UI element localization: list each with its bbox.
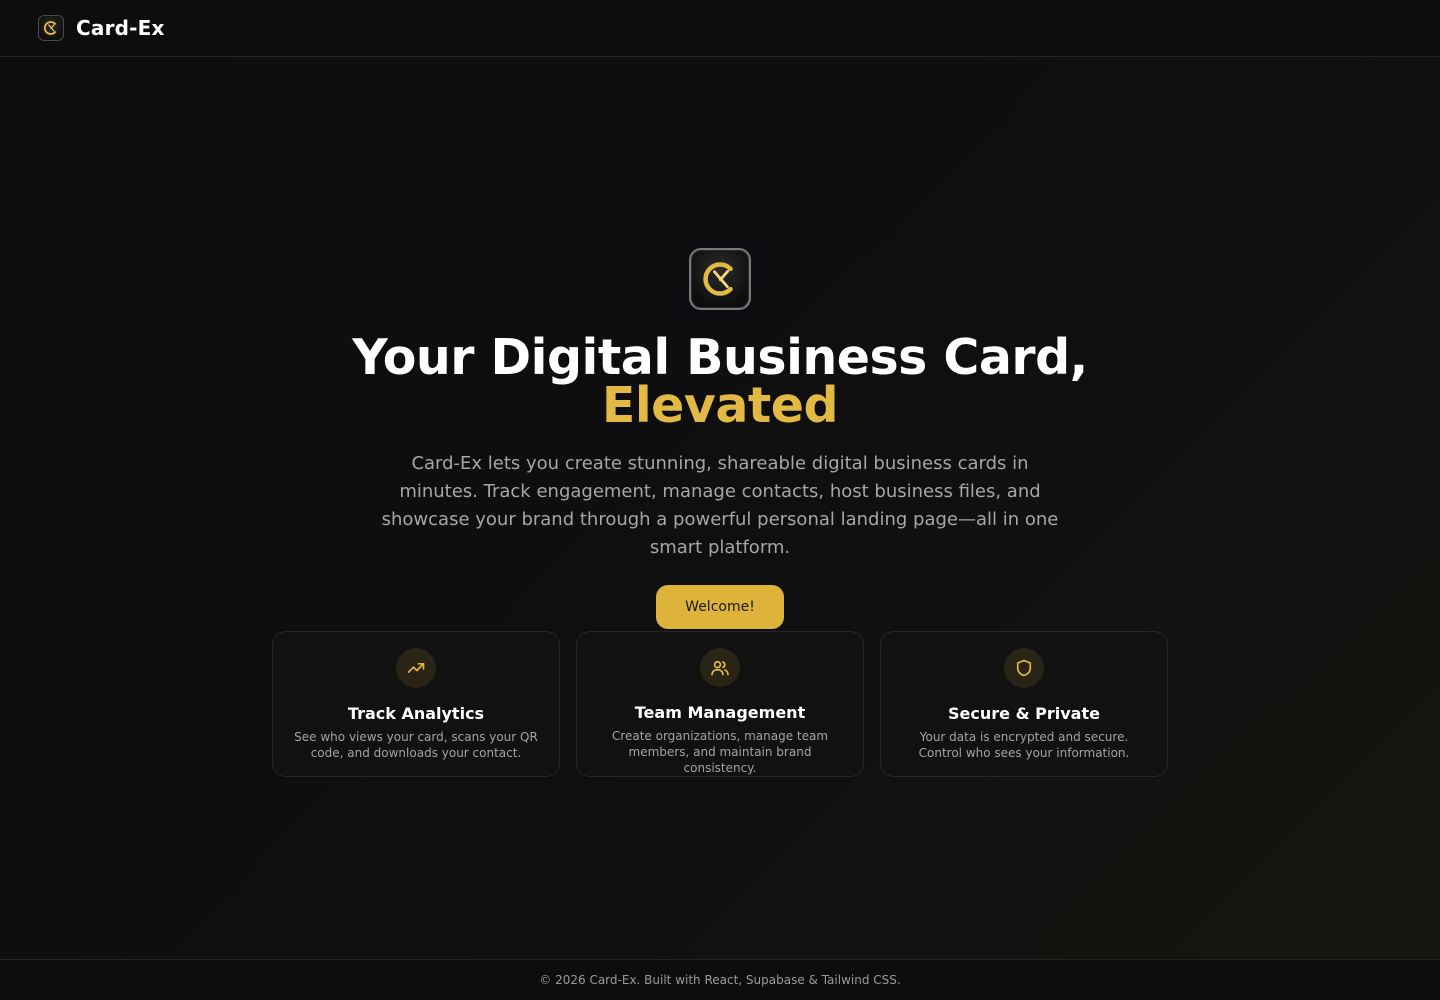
card-ex-hero-logo-icon [689, 248, 751, 310]
feature-card-analytics: Track Analytics See who views your card,… [272, 631, 560, 777]
feature-card-security: Secure & Private Your data is encrypted … [880, 631, 1168, 777]
trending-up-icon [396, 648, 436, 688]
feature-text: See who views your card, scans your QR c… [294, 730, 538, 760]
footer: © 2026 Card-Ex. Built with React, Supaba… [0, 959, 1440, 1000]
feature-text: Your data is encrypted and secure. Contr… [918, 730, 1130, 760]
hero-logo-container [682, 240, 758, 318]
card-ex-logo-icon[interactable] [38, 15, 64, 41]
feature-title: Team Management [634, 703, 806, 722]
footer-text: © 2026 Card-Ex. Built with React, Supaba… [539, 973, 901, 987]
hero-section: Your Digital Business Card, Elevated Car… [0, 240, 1440, 629]
feature-text: Create organizations, manage team member… [611, 729, 829, 775]
shield-icon [1004, 648, 1044, 688]
welcome-button[interactable]: Welcome! [656, 585, 784, 629]
brand-name[interactable]: Card-Ex [76, 16, 165, 40]
hero-description: Card-Ex lets you create stunning, sharea… [381, 453, 1059, 558]
users-icon [700, 648, 740, 687]
hero-title: Your Digital Business Card, Elevated [352, 333, 1088, 434]
top-navbar: Card-Ex [0, 0, 1440, 57]
feature-title: Track Analytics [347, 704, 485, 723]
feature-title: Secure & Private [948, 704, 1100, 723]
features-grid: Track Analytics See who views your card,… [272, 631, 1168, 777]
hero-title-accent: Elevated [601, 377, 839, 434]
feature-card-team: Team Management Create organizations, ma… [576, 631, 864, 777]
